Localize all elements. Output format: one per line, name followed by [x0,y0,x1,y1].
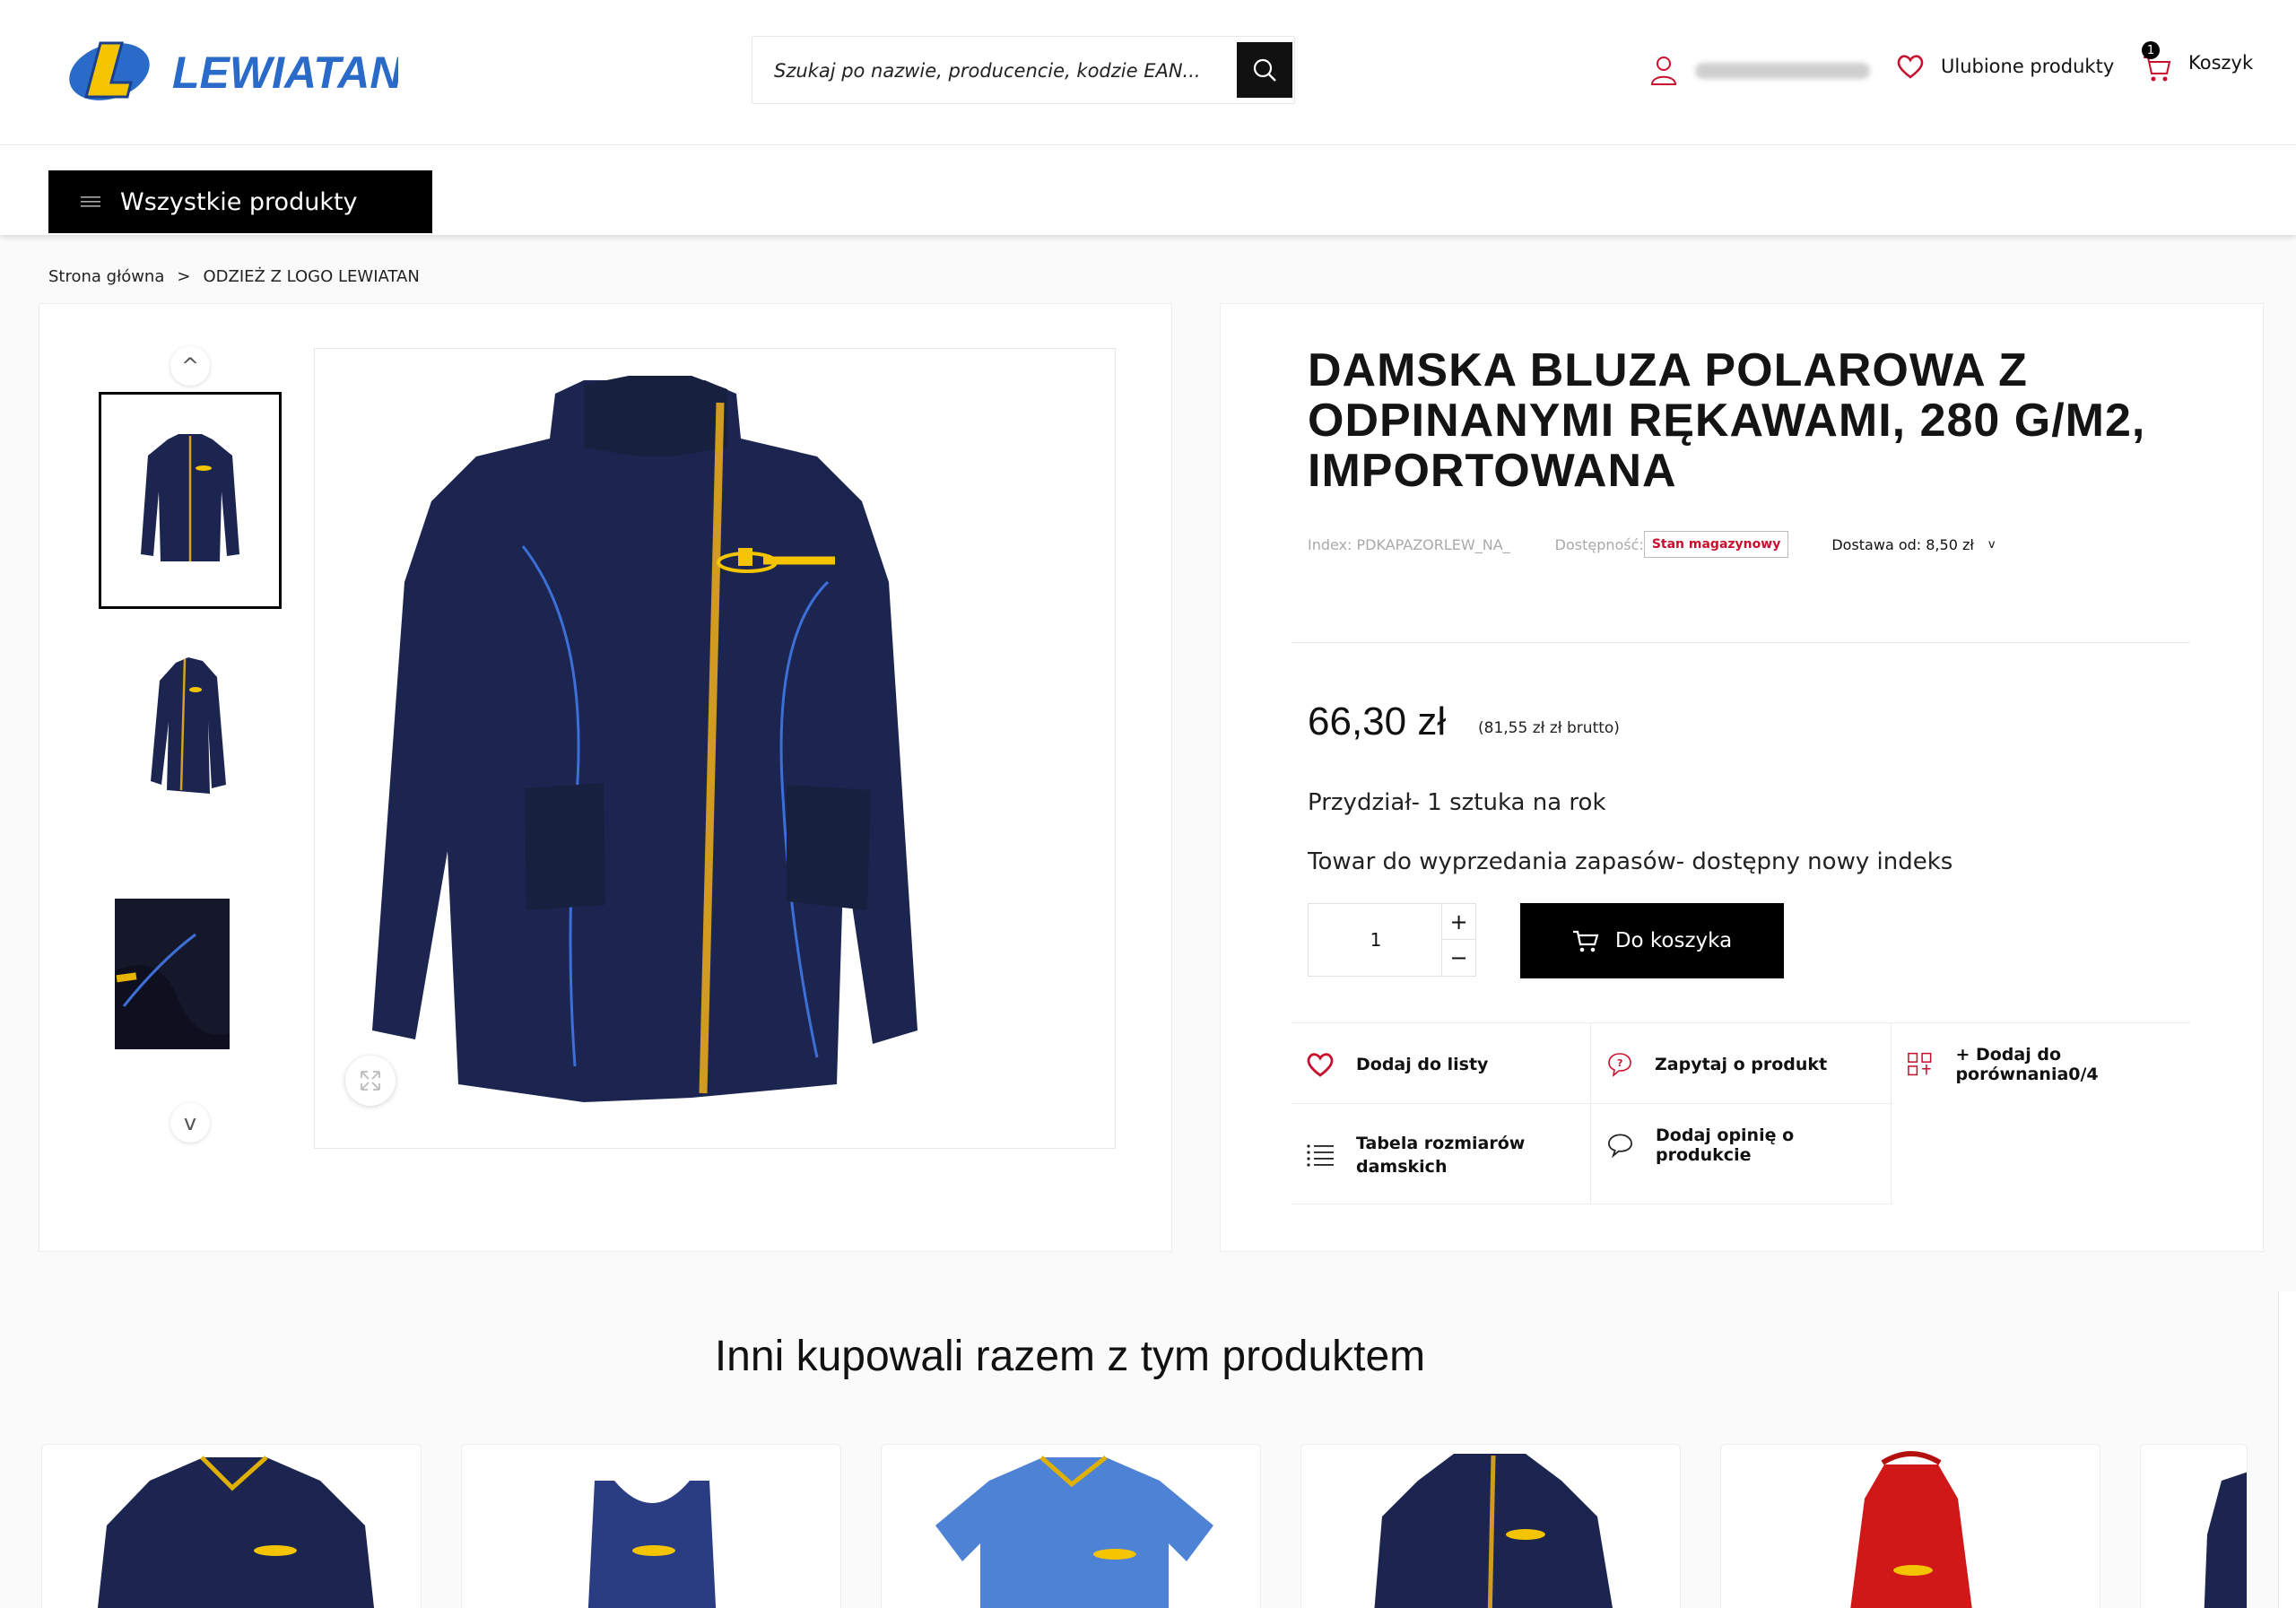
account-name-redacted[interactable] [1695,63,1870,79]
svg-text:?: ? [1617,1057,1622,1069]
product-title: DAMSKA BLUZA POLAROWA Z ODPINANYMI RĘKAW… [1308,344,2146,497]
fleece-navy-image [1374,1454,1613,1608]
all-products-label: Wszystkie produkty [120,187,358,216]
list-icon [1307,1144,1334,1167]
menu-icon [81,196,100,207]
thumbnail-1[interactable] [99,392,282,609]
divider [1891,1022,1892,1204]
divider [1292,1022,2190,1023]
size-table-label: Tabela rozmiarów damskich [1356,1132,1525,1178]
ask-about-product-label: Zapytaj o produkt [1655,1055,1828,1074]
thumb-prev-button[interactable]: ^ [170,346,210,386]
breadcrumb-current[interactable]: ODZIEŻ Z LOGO LEWIATAN [203,267,419,286]
quantity-increase-button[interactable]: + [1441,904,1475,940]
user-icon [1650,56,1677,85]
polo-navy-image [97,1456,375,1608]
thumbnail-2[interactable] [117,628,264,825]
search-input[interactable] [774,53,1240,89]
chevron-down-icon: v [183,1110,197,1135]
lewiatan-logo[interactable]: LEWIATAN [66,36,403,108]
add-to-compare-label: + Dodaj do porównania0/4 [1955,1045,2099,1084]
cart-link[interactable]: 1 Koszyk [2142,41,2254,82]
stock-clearance-note: Towar do wyprzedania zapasów- dostępny n… [1308,848,1953,875]
add-to-cart-label: Do koszyka [1614,929,1733,952]
cart-count-badge: 1 [2142,41,2160,59]
account-link[interactable] [1650,56,1677,90]
all-products-button[interactable]: Wszystkie produkty [48,170,432,233]
apron-navy-image [587,1481,717,1608]
apron-red-image [1850,1451,1972,1608]
size-table-button[interactable]: Tabela rozmiarów damskich [1292,1128,1587,1182]
jacket-front-thumb [141,434,239,561]
chevron-down-icon: v [1987,537,1996,552]
cart-icon-wrap: 1 [2142,41,2172,82]
ask-about-product-button[interactable]: ? Zapytaj o produkt [1592,1044,1888,1085]
product-card[interactable] [881,1444,1261,1608]
delivery-dropdown[interactable]: Dostawa od: 8,50 zł v [1831,536,1995,553]
compare-icon [1908,1052,1932,1076]
question-bubble-icon: ? [1608,1053,1631,1077]
jacket-front-image [372,376,918,1102]
search-bar [752,36,1295,104]
product-card[interactable] [1300,1444,1681,1608]
price-gross: (81,55 zł zł brutto) [1478,719,1620,737]
thumb-next-button[interactable]: v [170,1103,210,1143]
thumbnail-3[interactable] [115,899,230,1049]
zoom-button[interactable] [345,1056,396,1106]
add-to-compare-button[interactable]: + Dodaj do porównania0/4 [1892,1044,2197,1085]
add-to-cart-button[interactable]: Do koszyka [1520,903,1784,978]
chevron-up-icon: ^ [180,353,200,378]
jacket-side-thumb [151,657,226,794]
heart-icon [1897,55,1924,79]
availability-label: Dostępność: [1554,535,1644,553]
favorites-label: Ulubione produkty [1941,56,2115,77]
jacket-detail-thumb [115,899,230,1049]
heart-icon [1307,1053,1334,1077]
polo-blue-image [935,1456,1213,1608]
main-product-image[interactable] [314,348,1116,1149]
add-to-list-label: Dodaj do listy [1356,1055,1489,1074]
product-card[interactable] [1720,1444,2100,1608]
product-index: Index: PDKAPAZORLEW_NA_ [1308,535,1510,553]
cart-label: Koszyk [2188,52,2254,74]
quantity-stepper: + − [1308,903,1476,977]
product-meta: Index: PDKAPAZORLEW_NA_ Dostępność: Stan… [1308,531,1996,558]
quantity-decrease-button[interactable]: − [1441,940,1475,976]
search-button[interactable] [1237,42,1292,98]
recommended-heading: Inni kupowali razem z tym produktem [714,1333,1426,1380]
product-image-partial [2204,1472,2247,1608]
expand-icon [361,1071,380,1091]
divider [1590,1022,1591,1204]
speech-bubble-icon [1608,1134,1632,1159]
add-to-list-button[interactable]: Dodaj do listy [1292,1044,1587,1085]
divider [1292,1103,1892,1104]
delivery-label: Dostawa od: 8,50 zł [1831,535,1974,553]
product-card[interactable] [461,1444,841,1608]
add-review-button[interactable]: Dodaj opinię o produkcie [1592,1125,1888,1166]
size-table-label-line1: Tabela rozmiarów [1356,1134,1526,1153]
breadcrumb: Strona główna > ODZIEŻ Z LOGO LEWIATAN [48,267,420,286]
cart-icon [1572,930,1599,952]
add-review-label: Dodaj opinię o produkcie [1656,1126,1795,1165]
availability-badge: Stan magazynowy [1643,531,1789,558]
breadcrumb-separator: > [177,267,191,286]
svg-text:LEWIATAN: LEWIATAN [172,48,398,98]
price-net: 66,30 zł [1308,700,1447,743]
search-icon [1253,58,1276,82]
size-table-label-line2: damskich [1356,1157,1448,1177]
quantity-input[interactable] [1309,904,1443,976]
carousel-scrollbar[interactable] [2278,1291,2296,1608]
allocation-note: Przydział- 1 sztuka na rok [1308,789,1606,816]
product-card[interactable] [2140,1444,2248,1608]
breadcrumb-home[interactable]: Strona główna [48,267,164,286]
favorites-link[interactable]: Ulubione produkty [1896,54,2114,79]
divider [1292,642,2190,643]
product-card[interactable] [41,1444,422,1608]
